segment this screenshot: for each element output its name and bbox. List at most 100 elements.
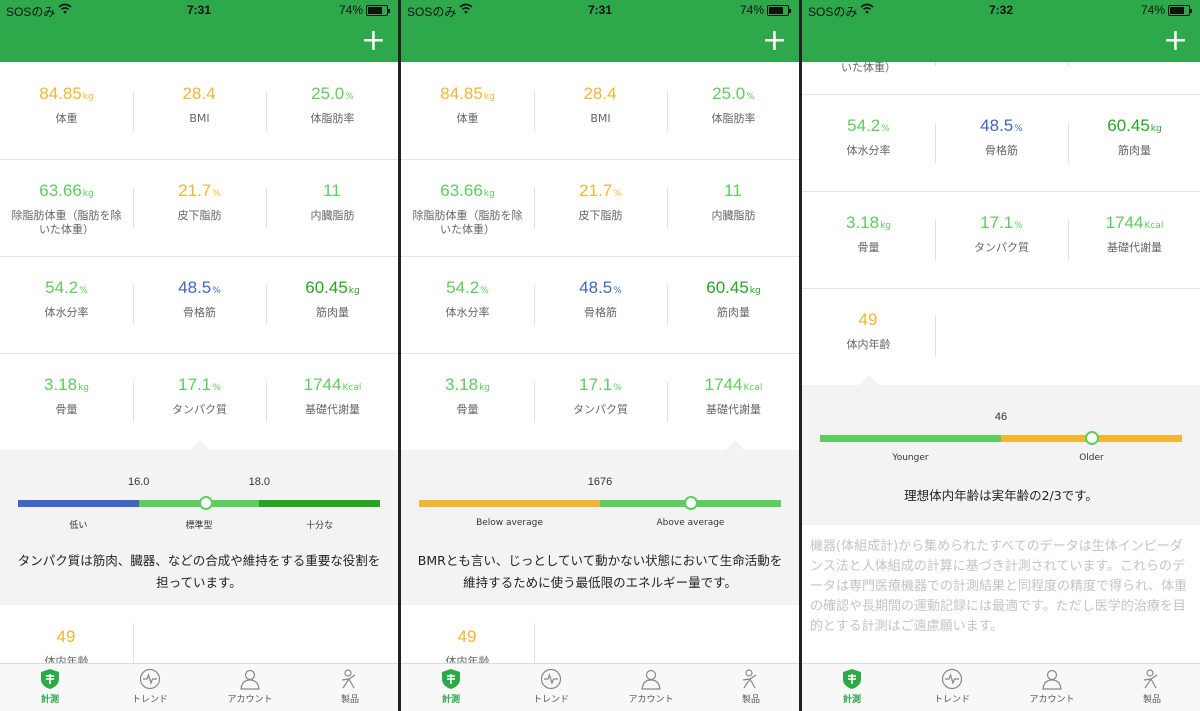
tab-trend[interactable]: トレンド <box>100 668 200 705</box>
metric-number: 48.5 <box>579 278 613 297</box>
metric-value: 28.4 <box>534 84 667 104</box>
metric-bone[interactable]: 3.18kg 骨量 <box>802 213 935 255</box>
metric-row: 49 体内年齢 <box>401 605 799 664</box>
metric-row: 3.18kg 骨量 17.1% タンパク質 1744Kcal 基礎代謝量 <box>0 353 398 451</box>
metric-label: 体重 <box>456 112 479 125</box>
column-divider <box>534 381 535 422</box>
metric-unit: % <box>746 92 755 102</box>
metric-body_age[interactable]: 49 体内年齢 <box>401 627 534 664</box>
metric-visceral[interactable]: 11 内臓脂肪 <box>266 181 398 223</box>
metric-skeletal[interactable]: 48.5% 骨格筋 <box>935 116 1068 158</box>
metric-water[interactable]: 54.2% 体水分率 <box>0 278 133 320</box>
metric-number: 60.45 <box>706 278 749 297</box>
metric-body_fat[interactable]: 25.0% 体脂肪率 <box>667 84 799 126</box>
product-icon <box>300 668 398 690</box>
metric-bmi[interactable]: 28.4 BMI <box>534 84 667 126</box>
tab-product[interactable]: 製品 <box>1102 668 1200 705</box>
tab-account[interactable]: アカウント <box>601 668 701 705</box>
metric-bone[interactable]: 3.18kg 骨量 <box>0 375 133 417</box>
metric-number: 28.4 <box>583 84 617 103</box>
add-measurement-button[interactable]: + <box>1163 26 1188 56</box>
metric-label: 骨量 <box>456 403 479 416</box>
metric-body_fat[interactable]: 25.0% 体脂肪率 <box>266 84 398 126</box>
metric-bmr[interactable]: 1744Kcal 基礎代謝量 <box>667 375 799 417</box>
metric-skeletal[interactable]: 48.5% 骨格筋 <box>133 278 266 320</box>
metric-bmi[interactable]: 28.4 BMI <box>133 84 266 126</box>
metric-unit: % <box>79 286 88 296</box>
metric-fat_free[interactable]: 63.66kg除脂肪体重（脂肪を除いた体重） <box>802 62 935 75</box>
metric-bone[interactable]: 3.18kg 骨量 <box>401 375 534 417</box>
tab-product[interactable]: 製品 <box>300 668 398 705</box>
metric-weight[interactable]: 84.85kg 体重 <box>0 84 133 126</box>
metric-bmr[interactable]: 1744Kcal 基礎代謝量 <box>1068 213 1200 255</box>
tab-account[interactable]: アカウント <box>200 668 300 705</box>
add-measurement-button[interactable]: + <box>361 26 386 56</box>
tab-label: トレンド <box>131 695 168 705</box>
tab-label: アカウント <box>628 695 674 705</box>
metric-value: 3.18kg <box>0 375 133 395</box>
metric-visceral[interactable]: 11 内臓脂肪 <box>667 181 799 223</box>
metric-protein[interactable]: 17.1% タンパク質 <box>534 375 667 417</box>
metric-body_age[interactable]: 49 体内年齢 <box>0 627 133 664</box>
tab-trend[interactable]: トレンド <box>501 668 601 705</box>
metric-unit: Kcal <box>342 383 362 393</box>
metric-number: 49 <box>858 310 878 329</box>
panel-description: BMRとも言い、じっとしていて動かない状態において生命活動を維持するために使う最… <box>417 553 783 590</box>
metric-number: 54.2 <box>446 278 480 297</box>
metric-unit: % <box>613 286 622 296</box>
metric-value: 84.85kg <box>0 84 133 104</box>
measurement-list[interactable]: 84.85kg 体重 28.4 BMI 25.0% 体脂肪率 63.66kg 除脂肪体重（脂肪… <box>0 62 398 664</box>
metric-row: 3.18kg 骨量 17.1% タンパク質 1744Kcal 基礎代謝量 <box>802 191 1200 289</box>
tab-account[interactable]: アカウント <box>1002 668 1102 705</box>
metric-label: 体脂肪率 <box>711 112 756 125</box>
measurement-list[interactable]: 63.66kg除脂肪体重（脂肪を除いた体重）21.7%皮下脂肪11内臓脂肪 54.… <box>802 62 1200 664</box>
metric-bmr[interactable]: 1744Kcal 基礎代謝量 <box>266 375 398 417</box>
metric-skeletal[interactable]: 48.5% 骨格筋 <box>534 278 667 320</box>
battery-icon <box>366 4 390 16</box>
metric-subcutaneous[interactable]: 21.7% 皮下脂肪 <box>133 181 266 223</box>
metric-muscle[interactable]: 60.45kg 筋肉量 <box>1068 116 1200 158</box>
tab-trend[interactable]: トレンド <box>902 668 1002 705</box>
tab-label: 製品 <box>741 695 760 705</box>
tab-measure[interactable]: 計測 <box>0 668 100 705</box>
metric-label: 体内年齢 <box>846 338 891 351</box>
measurement-list[interactable]: 84.85kg 体重 28.4 BMI 25.0% 体脂肪率 63.66kg 除脂肪体重（脂肪… <box>401 62 799 664</box>
tab-product[interactable]: 製品 <box>701 668 799 705</box>
tab-measure[interactable]: 計測 <box>401 668 501 705</box>
metric-row: 54.2% 体水分率 48.5% 骨格筋 60.45kg 筋肉量 <box>802 94 1200 192</box>
metric-water[interactable]: 54.2% 体水分率 <box>802 116 935 158</box>
metric-number: 60.45 <box>305 278 348 297</box>
metric-protein[interactable]: 17.1% タンパク質 <box>133 375 266 417</box>
tab-measure[interactable]: 計測 <box>802 668 902 705</box>
metric-value: 11 <box>266 181 398 201</box>
column-divider <box>534 623 535 663</box>
battery-indicator: 74% <box>1141 3 1192 17</box>
tab-label: 製品 <box>340 695 359 705</box>
column-divider <box>667 381 668 422</box>
metric-weight[interactable]: 84.85kg 体重 <box>401 84 534 126</box>
metric-unit: kg <box>1150 124 1162 134</box>
metric-protein[interactable]: 17.1% タンパク質 <box>935 213 1068 255</box>
phone-separator <box>799 0 802 711</box>
range-segment <box>820 435 1001 442</box>
metric-value: 1744Kcal <box>266 375 398 395</box>
person-icon <box>1002 668 1102 690</box>
metric-unit: % <box>613 383 622 393</box>
metric-fat_free[interactable]: 63.66kg除脂肪体重（脂肪を除いた体重） <box>0 181 133 237</box>
metric-label: BMI <box>189 112 210 125</box>
metric-muscle[interactable]: 60.45kg 筋肉量 <box>667 278 799 320</box>
screenshot-collage: SOSのみ7:3274%+63.66kg除脂肪体重（脂肪を除いた体重）21.7%… <box>0 0 1200 711</box>
metric-muscle[interactable]: 60.45kg 筋肉量 <box>266 278 398 320</box>
column-divider <box>935 122 936 163</box>
metric-body_age[interactable]: 49 体内年齢 <box>802 310 935 352</box>
add-measurement-button[interactable]: + <box>762 26 787 56</box>
metric-value: 3.18kg <box>401 375 534 395</box>
tab-label: 計測 <box>842 695 861 705</box>
metric-value: 25.0% <box>266 84 398 104</box>
metric-fat_free[interactable]: 63.66kg除脂肪体重（脂肪を除いた体重） <box>401 181 534 237</box>
column-divider <box>667 284 668 325</box>
metric-subcutaneous[interactable]: 21.7% 皮下脂肪 <box>534 181 667 223</box>
metric-label: 基礎代謝量 <box>305 403 360 416</box>
metric-water[interactable]: 54.2% 体水分率 <box>401 278 534 320</box>
metric-value: 48.5% <box>133 278 266 298</box>
